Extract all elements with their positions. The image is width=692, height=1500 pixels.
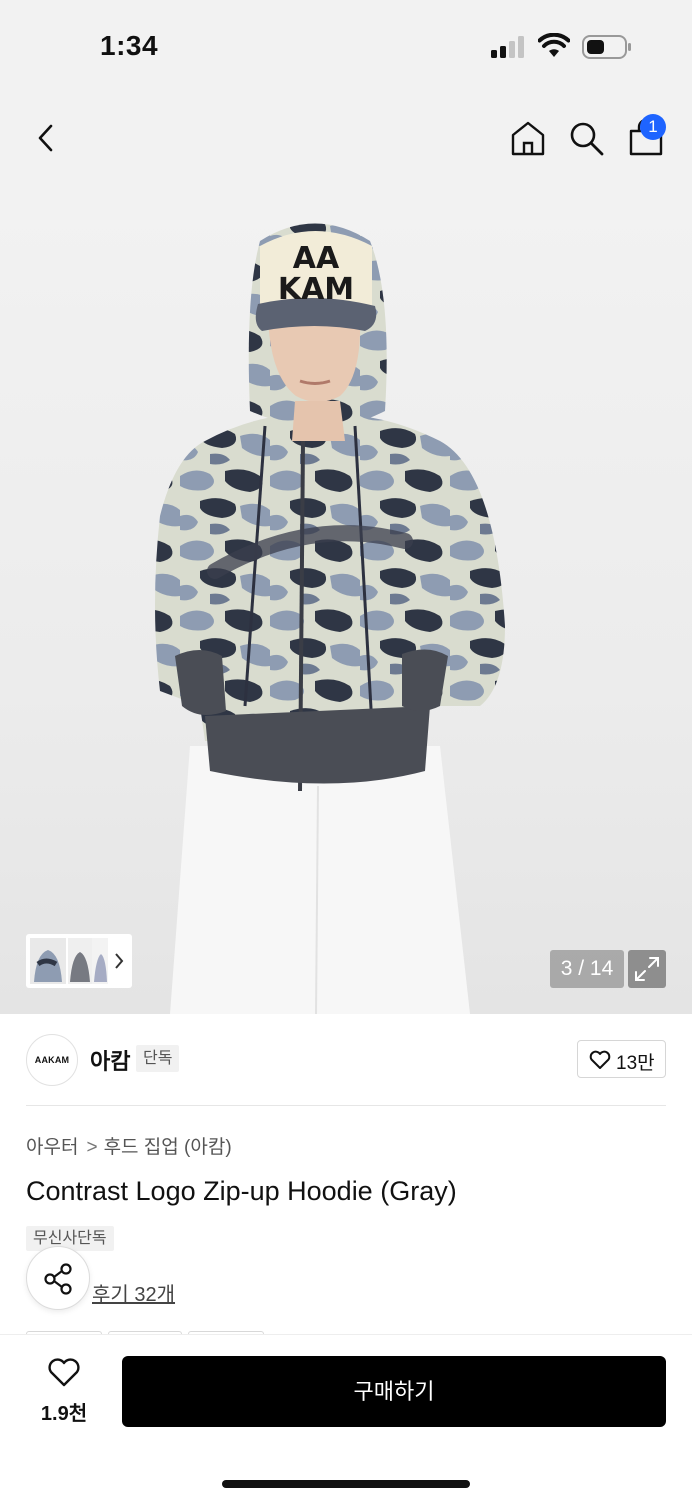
brand-exclusive-badge: 단독: [136, 1045, 180, 1072]
search-icon[interactable]: [566, 118, 606, 158]
hat-logo-text-1: AA: [293, 241, 340, 276]
brand-name[interactable]: 아캄: [90, 1044, 130, 1076]
product-title: Contrast Logo Zip-up Hoodie (Gray): [26, 1176, 457, 1206]
heart-outline-icon: [48, 1358, 80, 1387]
status-bar: 1:34: [0, 0, 692, 90]
product-image-gallery[interactable]: AA KAM 3 / 14: [0, 186, 692, 1014]
bottom-action-bar: 1.9천 구매하기: [0, 1334, 692, 1500]
breadcrumb-separator: >: [86, 1137, 98, 1158]
breadcrumb-category[interactable]: 아우터: [26, 1132, 78, 1159]
exclusive-tag: 무신사단독: [26, 1226, 114, 1251]
divider: [26, 1105, 666, 1106]
status-time: 1:34: [100, 30, 159, 61]
image-counter: 3 / 14: [550, 950, 624, 988]
breadcrumb-subcategory[interactable]: 후드 집업 (아캄): [104, 1132, 232, 1159]
nav-bar: [0, 90, 692, 186]
share-icon: [44, 1263, 72, 1295]
home-icon[interactable]: [508, 118, 548, 158]
chevron-right-icon: [115, 953, 124, 969]
heart-icon: [589, 1050, 611, 1069]
home-indicator: [222, 1480, 470, 1488]
wishlist-button[interactable]: 1.9천: [34, 1357, 94, 1427]
review-count-link[interactable]: 후기 32개: [92, 1278, 175, 1307]
buy-button[interactable]: 구매하기: [122, 1356, 666, 1427]
brand-like-count: 13만: [616, 1053, 655, 1074]
brand-like-button[interactable]: 13만: [577, 1040, 666, 1078]
thumbnail-images: [30, 938, 124, 984]
expand-icon[interactable]: [628, 950, 666, 988]
cart-count-badge: 1: [640, 114, 666, 140]
wifi-icon: [538, 33, 570, 57]
wishlist-count: 1.9천: [40, 1403, 88, 1425]
breadcrumb: 아우터 > 후드 집업 (아캄): [26, 1132, 232, 1159]
share-button[interactable]: [26, 1246, 90, 1310]
product-photo: AA KAM: [155, 223, 505, 1014]
thumbnail-strip[interactable]: [26, 934, 132, 988]
hat-logo-text-2: KAM: [278, 272, 354, 307]
brand-logo[interactable]: AAKAM: [26, 1034, 78, 1086]
back-arrow-icon[interactable]: [30, 120, 62, 156]
brand-row: AAKAM 아캄 단독 13만: [0, 1014, 692, 1106]
cellular-signal-icon: [491, 36, 524, 58]
battery-icon: [582, 35, 631, 59]
